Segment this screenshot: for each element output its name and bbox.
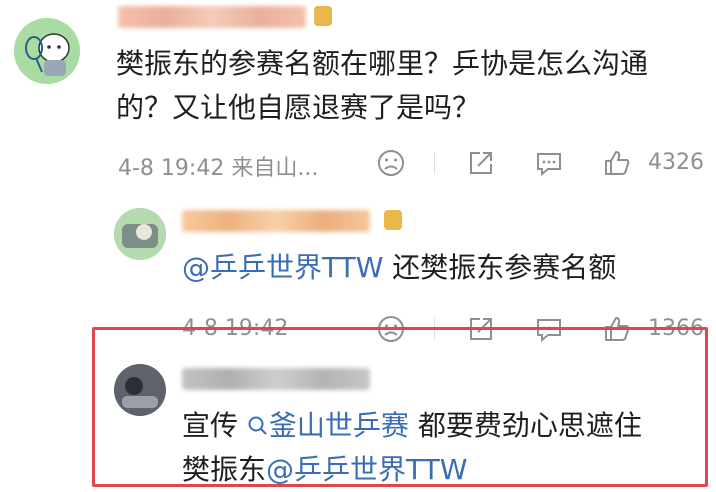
user-badge-icon xyxy=(314,6,332,26)
avatar-image xyxy=(14,18,80,84)
user-badge-icon xyxy=(384,210,402,230)
reply-text-prefix: 宣传 xyxy=(182,409,247,442)
reply-text-body: 还樊振东参赛名额 xyxy=(383,251,617,284)
comment-text-line-1: 樊振东的参赛名额在哪里？乒协是怎么沟通 xyxy=(116,47,649,80)
like-icon[interactable] xyxy=(602,148,632,184)
avatar[interactable] xyxy=(114,208,166,260)
username-blurred[interactable] xyxy=(182,368,370,390)
like-count: 4326 xyxy=(648,150,704,175)
username-blurred[interactable] xyxy=(118,6,306,28)
timestamp: 4-8 19:42 来自山... xyxy=(118,156,319,181)
mention-link[interactable]: @乒乒世界TTW xyxy=(182,251,383,284)
mention-link[interactable]: @乒乒世界TTW xyxy=(266,453,467,486)
share-icon[interactable] xyxy=(466,148,496,184)
comment-icon[interactable] xyxy=(534,148,564,184)
reply-text-line-2: 樊振东@乒乒世界TTW xyxy=(182,450,467,490)
comment-text-line-2: 的？又让他自愿退赛了是吗？ xyxy=(116,91,481,124)
avatar[interactable] xyxy=(14,18,80,84)
source-label: 来自山... xyxy=(231,156,319,181)
username-blurred[interactable] xyxy=(182,210,370,232)
reply-text-line-2-prefix: 樊振东 xyxy=(182,453,267,486)
meta-divider xyxy=(434,152,435,174)
search-icon xyxy=(248,416,267,435)
avatar-image xyxy=(114,208,166,260)
comment-meta: 4-8 19:42 来自山... 4326 xyxy=(0,146,716,182)
search-topic-label: 釜山世乒赛 xyxy=(268,409,409,442)
search-topic-link[interactable]: 釜山世乒赛 xyxy=(247,409,409,442)
avatar[interactable] xyxy=(114,364,166,416)
reply-text: @乒乒世界TTW 还樊振东参赛名额 xyxy=(182,248,616,288)
reply-text-line-1: 宣传 釜山世乒赛 都要费劲心思遮住 xyxy=(182,406,642,446)
dislike-icon[interactable] xyxy=(376,148,406,184)
avatar-image xyxy=(114,364,166,416)
reply-text-suffix: 都要费劲心思遮住 xyxy=(408,409,642,442)
